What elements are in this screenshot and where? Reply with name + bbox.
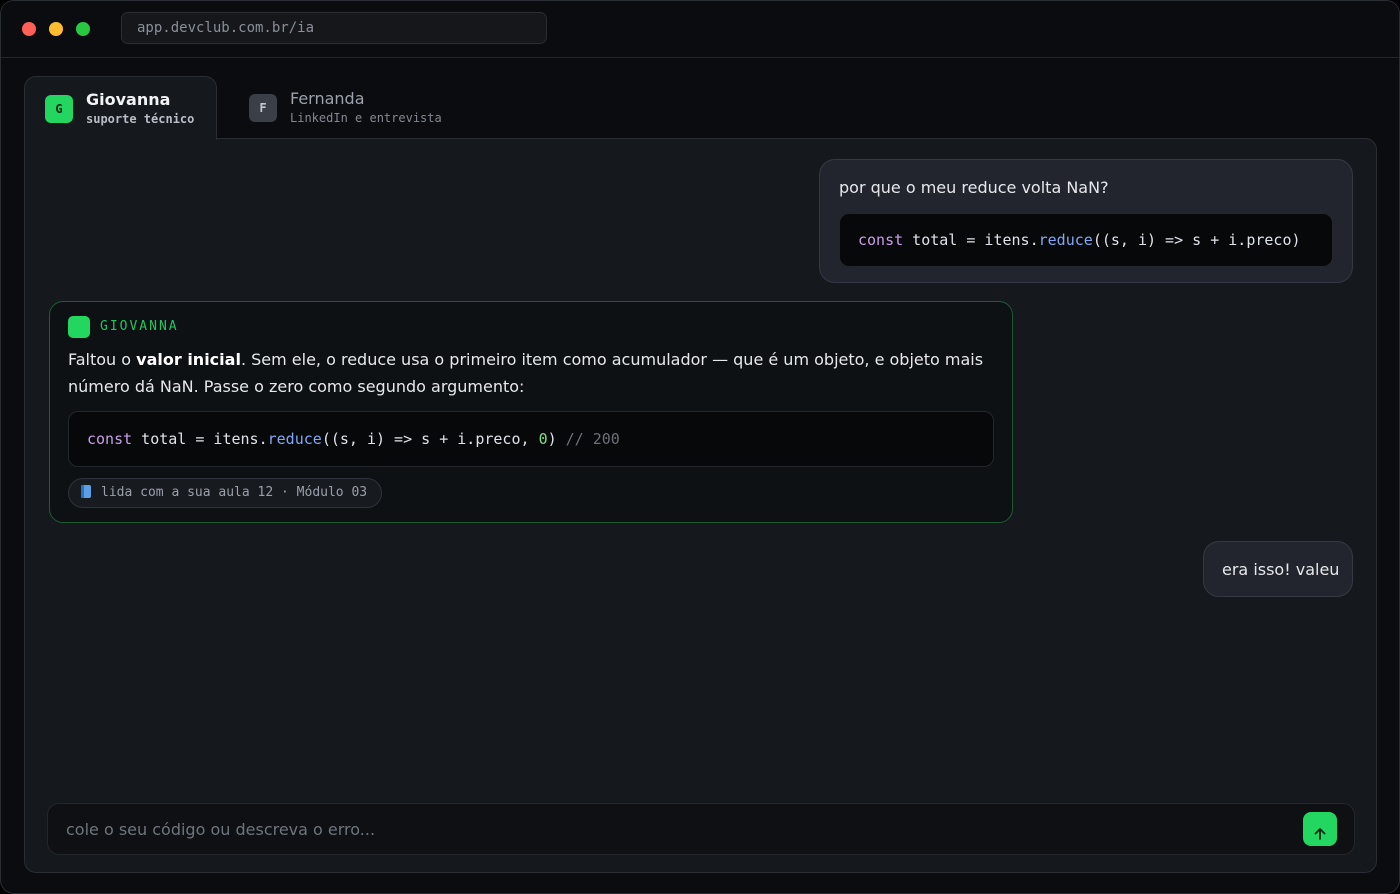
message-text: era isso! valeu — [1222, 560, 1340, 579]
user-message: por que o meu reduce volta NaN? const to… — [819, 159, 1353, 283]
text-segment: Faltou o — [68, 350, 137, 369]
composer — [47, 803, 1355, 855]
tab-giovanna[interactable]: G Giovanna suporte técnico — [24, 76, 217, 140]
code-text: total = itens. — [903, 231, 1039, 249]
code-keyword: const — [858, 231, 904, 249]
chat-panel: por que o meu reduce volta NaN? const to… — [24, 138, 1377, 873]
message-text: por que o meu reduce volta NaN? — [839, 178, 1109, 197]
text-bold: valor inicial — [136, 350, 241, 369]
code-text: ((s, i) => s + i.preco, — [321, 430, 539, 448]
book-icon — [81, 485, 91, 498]
source-chip[interactable]: lida com a sua aula 12 · Módulo 03 — [68, 478, 383, 508]
url-bar[interactable]: app.devclub.com.br/ia — [121, 12, 547, 44]
source-text: lida com a sua aula 12 · Módulo 03 — [101, 485, 368, 500]
code-text: ((s, i) => s + i.preco) — [1092, 231, 1301, 249]
code-number: 0 — [538, 430, 548, 448]
tab-subtitle: LinkedIn e entrevista — [290, 111, 442, 125]
assistant-avatar — [68, 316, 90, 338]
assistant-message: GIOVANNA Faltou o valor inicial. Sem ele… — [49, 301, 1013, 523]
send-button[interactable] — [1303, 812, 1337, 846]
user-message: era isso! valeu — [1203, 541, 1353, 597]
maximize-window-button[interactable] — [76, 22, 90, 36]
code-function: reduce — [1038, 231, 1093, 249]
assistant-label: GIOVANNA — [100, 319, 179, 334]
title-bar: app.devclub.com.br/ia — [1, 1, 1399, 58]
tab-fernanda[interactable]: F Fernanda LinkedIn e entrevista — [229, 76, 469, 140]
tab-avatar: F — [249, 94, 277, 122]
tab-name: Giovanna — [86, 90, 171, 109]
tab-avatar: G — [45, 95, 73, 123]
close-window-button[interactable] — [22, 22, 36, 36]
minimize-window-button[interactable] — [49, 22, 63, 36]
code-text: ) — [547, 430, 566, 448]
tab-subtitle: suporte técnico — [86, 112, 195, 126]
code-function: reduce — [267, 430, 322, 448]
message-input[interactable] — [48, 804, 1288, 854]
arrow-up-icon — [1314, 827, 1326, 840]
code-keyword: const — [87, 430, 133, 448]
tab-name: Fernanda — [290, 89, 365, 108]
code-comment: // 200 — [565, 430, 620, 448]
assistant-text: Faltou o valor inicial. Sem ele, o reduc… — [68, 346, 988, 400]
code-text: total = itens. — [132, 430, 268, 448]
app-window: app.devclub.com.br/ia G Giovanna suporte… — [0, 0, 1400, 894]
code-block: const total = itens.reduce((s, i) => s +… — [839, 213, 1333, 267]
code-block: const total = itens.reduce((s, i) => s +… — [68, 411, 994, 467]
